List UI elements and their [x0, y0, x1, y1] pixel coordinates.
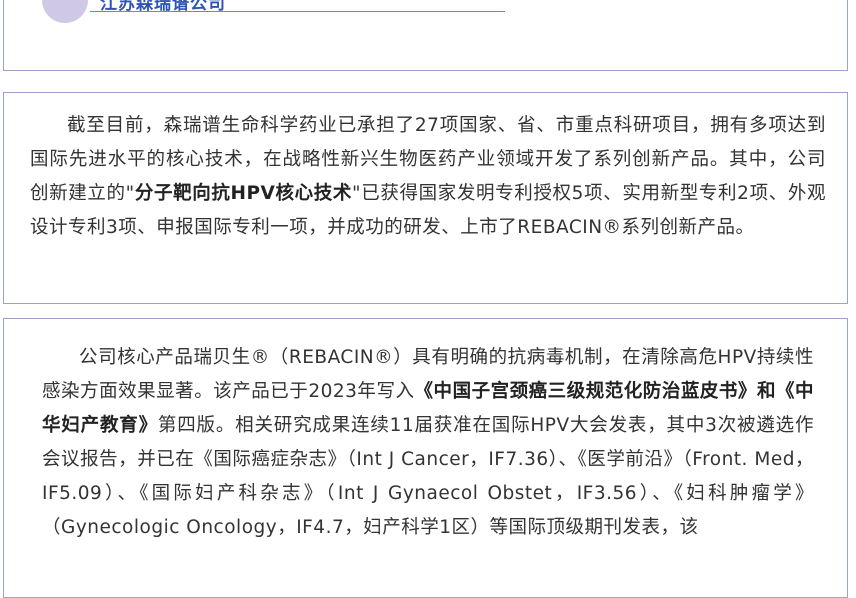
intro-panel: 截至目前，森瑞谱生命科学药业已承担了27项国家、省、市重点科研项目，拥有多项达到… — [3, 92, 848, 304]
product-panel: 公司核心产品瑞贝生®（REBACIN®）具有明确的抗病毒机制，在清除高危HPV持… — [3, 318, 848, 598]
header-circle-decoration — [42, 0, 88, 23]
intro-bold-tech: 分子靶向抗HPV核心技术 — [134, 183, 353, 204]
header-panel: 江苏森瑞谱公司 — [3, 0, 848, 71]
product-paragraph: 公司核心产品瑞贝生®（REBACIN®）具有明确的抗病毒机制，在清除高危HPV持… — [42, 341, 814, 545]
product-text-2: 第四版。相关研究成果连续11届获准在国际HPV大会发表，其中3次被遴选作会议报告… — [42, 415, 814, 538]
intro-paragraph: 截至目前，森瑞谱生命科学药业已承担了27项国家、省、市重点科研项目，拥有多项达到… — [30, 109, 826, 245]
header-underline — [90, 11, 505, 12]
